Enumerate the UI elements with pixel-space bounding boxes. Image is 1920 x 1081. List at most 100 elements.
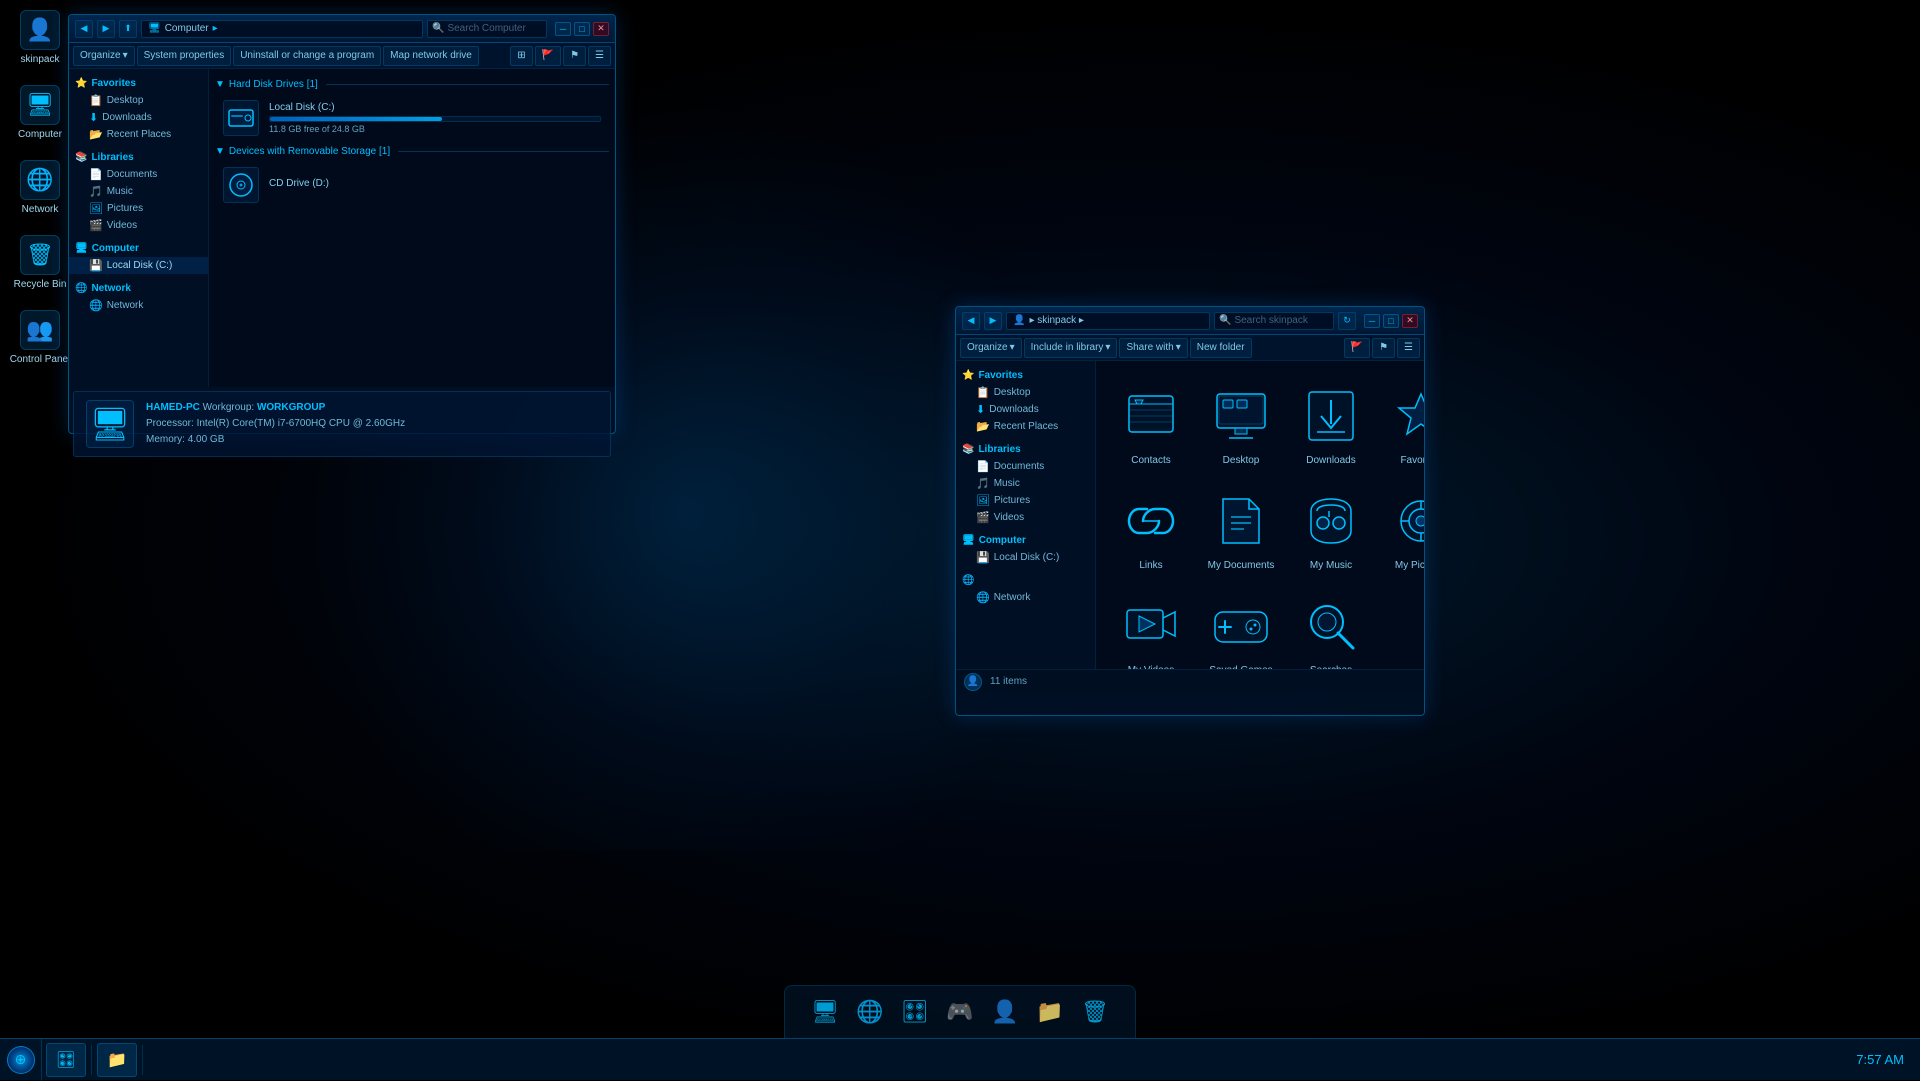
searches-label: Searches: [1310, 665, 1352, 669]
desktop-icon-skinpack[interactable]: 👤 skinpack: [4, 10, 76, 65]
sk-sidebar-network[interactable]: 🌐 Network: [956, 589, 1095, 606]
sk-details-btn[interactable]: ☰: [1397, 338, 1420, 358]
favorites-icon-box: [1386, 381, 1424, 451]
address-path[interactable]: 🖥 Computer ▸: [141, 20, 423, 38]
up-button[interactable]: ⬆: [119, 20, 137, 38]
taskbar-mixer-btn[interactable]: 🎛: [46, 1043, 86, 1077]
sk-back-button[interactable]: ◀: [962, 312, 980, 330]
flag-btn[interactable]: 🚩: [535, 46, 561, 66]
start-button[interactable]: ⊕: [0, 1039, 42, 1081]
sk-libraries-icon: 📚: [962, 444, 974, 455]
my-music-item[interactable]: My Music: [1290, 480, 1372, 577]
desktop-icon-control-panel[interactable]: 👥 Control Panel: [4, 310, 76, 365]
sk-search-icon: 🔍: [1219, 315, 1231, 326]
cd-drive-info: CD Drive (D:): [269, 178, 601, 192]
desktop-item[interactable]: Desktop: [1200, 375, 1282, 472]
sk-close-button[interactable]: ✕: [1402, 314, 1418, 328]
sidebar-recent[interactable]: 📂 Recent Places: [69, 126, 208, 143]
sk-minimize-button[interactable]: ─: [1364, 314, 1380, 328]
sk-sidebar-videos[interactable]: 🎬 Videos: [956, 509, 1095, 526]
flag2-btn[interactable]: ⚑: [563, 46, 586, 66]
sk-flag2-btn[interactable]: ⚑: [1372, 338, 1395, 358]
pc-name-workgroup: HAMED-PC Workgroup: WORKGROUP: [146, 400, 405, 416]
path-icon: 🖥: [148, 23, 161, 34]
sk-refresh-button[interactable]: ↻: [1338, 312, 1356, 330]
sk-new-folder-button[interactable]: New folder: [1190, 338, 1252, 358]
uninstall-button[interactable]: Uninstall or change a program: [233, 46, 381, 66]
sidebar-documents[interactable]: 📄 Documents: [69, 166, 208, 183]
system-properties-button[interactable]: System properties: [137, 46, 232, 66]
map-network-button[interactable]: Map network drive: [383, 46, 479, 66]
sk-sidebar-music[interactable]: 🎵 Music: [956, 475, 1095, 492]
contacts-item[interactable]: Contacts: [1110, 375, 1192, 472]
my-pictures-label: My Pictures: [1395, 560, 1424, 571]
skinpack-main-panel: Contacts Desktop: [1096, 361, 1424, 669]
computer-search[interactable]: 🔍 Search Computer: [427, 20, 547, 38]
sk-flag-btn[interactable]: 🚩: [1344, 338, 1370, 358]
dock-gamepad-icon[interactable]: 🎮: [940, 992, 980, 1032]
sidebar-network[interactable]: 🌐 Network: [69, 297, 208, 314]
sk-sidebar-recent[interactable]: 📂 Recent Places: [956, 418, 1095, 435]
downloads-item[interactable]: Downloads: [1290, 375, 1372, 472]
sidebar-music[interactable]: 🎵 Music: [69, 183, 208, 200]
skinpack-sidebar: ⭐ Favorites 📋 Desktop ⬇ Downloads 📂 Rece…: [956, 361, 1096, 669]
searches-icon-box: [1296, 591, 1366, 661]
network-folder-icon: 🌐: [89, 299, 103, 312]
desktop-icon-computer[interactable]: 🖥 Computer: [4, 85, 76, 140]
minimize-button[interactable]: ─: [555, 22, 571, 36]
my-documents-item[interactable]: My Documents: [1200, 480, 1282, 577]
maximize-button[interactable]: □: [574, 22, 590, 36]
close-button[interactable]: ✕: [593, 22, 609, 36]
details-btn[interactable]: ☰: [588, 46, 611, 66]
desktop-icon-network[interactable]: 🌐 Network: [4, 160, 76, 215]
searches-item[interactable]: Searches: [1290, 585, 1372, 669]
local-disk-item[interactable]: Local Disk (C:) 11.8 GB free of 24.8 GB: [215, 94, 609, 142]
dock-mixer-icon[interactable]: 🎛: [895, 992, 935, 1032]
sk-sidebar-downloads[interactable]: ⬇ Downloads: [956, 401, 1095, 418]
sk-include-library-button[interactable]: Include in library ▾: [1024, 338, 1118, 358]
favorites-item[interactable]: Favorites: [1380, 375, 1424, 472]
sk-search[interactable]: 🔍 Search skinpack: [1214, 312, 1334, 330]
dock-computer-icon[interactable]: 🖥: [805, 992, 845, 1032]
recycle-bin-label: Recycle Bin: [14, 279, 67, 290]
saved-games-item[interactable]: Saved Games: [1200, 585, 1282, 669]
my-videos-item[interactable]: My Videos: [1110, 585, 1192, 669]
taskbar-folder-btn[interactable]: 📁: [97, 1043, 137, 1077]
dock-trash-icon[interactable]: 🗑: [1075, 992, 1115, 1032]
organize-button[interactable]: Organize ▾: [73, 46, 135, 66]
sk-sidebar-pictures[interactable]: 🖼 Pictures: [956, 492, 1095, 509]
dock-folder-icon[interactable]: 📁: [1030, 992, 1070, 1032]
dock-network-icon[interactable]: 🌐: [850, 992, 890, 1032]
pictures-icon: 🖼: [89, 202, 103, 215]
sidebar-pictures[interactable]: 🖼 Pictures: [69, 200, 208, 217]
desktop-icon-recycle-bin[interactable]: 🗑 Recycle Bin: [4, 235, 76, 290]
libraries-header: 📚 Libraries: [69, 149, 208, 166]
sk-sidebar-local-disk[interactable]: 💾 Local Disk (C:): [956, 549, 1095, 566]
skinpack-status-bar: 👤 11 items: [956, 669, 1424, 693]
sidebar-videos[interactable]: 🎬 Videos: [69, 217, 208, 234]
dock-user-icon[interactable]: 👤: [985, 992, 1025, 1032]
sk-organize-button[interactable]: Organize ▾: [960, 338, 1022, 358]
sk-favorites-icon: ⭐: [962, 370, 974, 381]
sk-address-path[interactable]: 👤 ▸ skinpack ▸: [1006, 312, 1210, 330]
sk-sidebar-desktop[interactable]: 📋 Desktop: [956, 384, 1095, 401]
sk-sidebar-documents[interactable]: 📄 Documents: [956, 458, 1095, 475]
cd-drive-item[interactable]: CD Drive (D:): [215, 161, 609, 209]
forward-button[interactable]: ▶: [97, 20, 115, 38]
disk-size-text: 11.8 GB free of 24.8 GB: [269, 124, 601, 134]
sk-local-disk-icon: 💾: [976, 551, 990, 564]
computer-content: ⭐ Favorites 📋 Desktop ⬇ Downloads 📂 Rece…: [69, 69, 615, 387]
computer-tree-icon: 🖥: [75, 243, 88, 254]
sk-share-button[interactable]: Share with ▾: [1119, 338, 1187, 358]
sidebar-downloads[interactable]: ⬇ Downloads: [69, 109, 208, 126]
sidebar-local-disk[interactable]: 💾 Local Disk (C:): [69, 257, 208, 274]
my-pictures-item[interactable]: My Pictures: [1380, 480, 1424, 577]
sk-network-header: 🌐: [956, 572, 1095, 589]
sk-maximize-button[interactable]: □: [1383, 314, 1399, 328]
view-options[interactable]: ⊞: [510, 46, 532, 66]
sidebar-desktop[interactable]: 📋 Desktop: [69, 92, 208, 109]
sk-forward-button[interactable]: ▶: [984, 312, 1002, 330]
local-disk-icon: 💾: [89, 259, 103, 272]
links-item[interactable]: Links: [1110, 480, 1192, 577]
back-button[interactable]: ◀: [75, 20, 93, 38]
